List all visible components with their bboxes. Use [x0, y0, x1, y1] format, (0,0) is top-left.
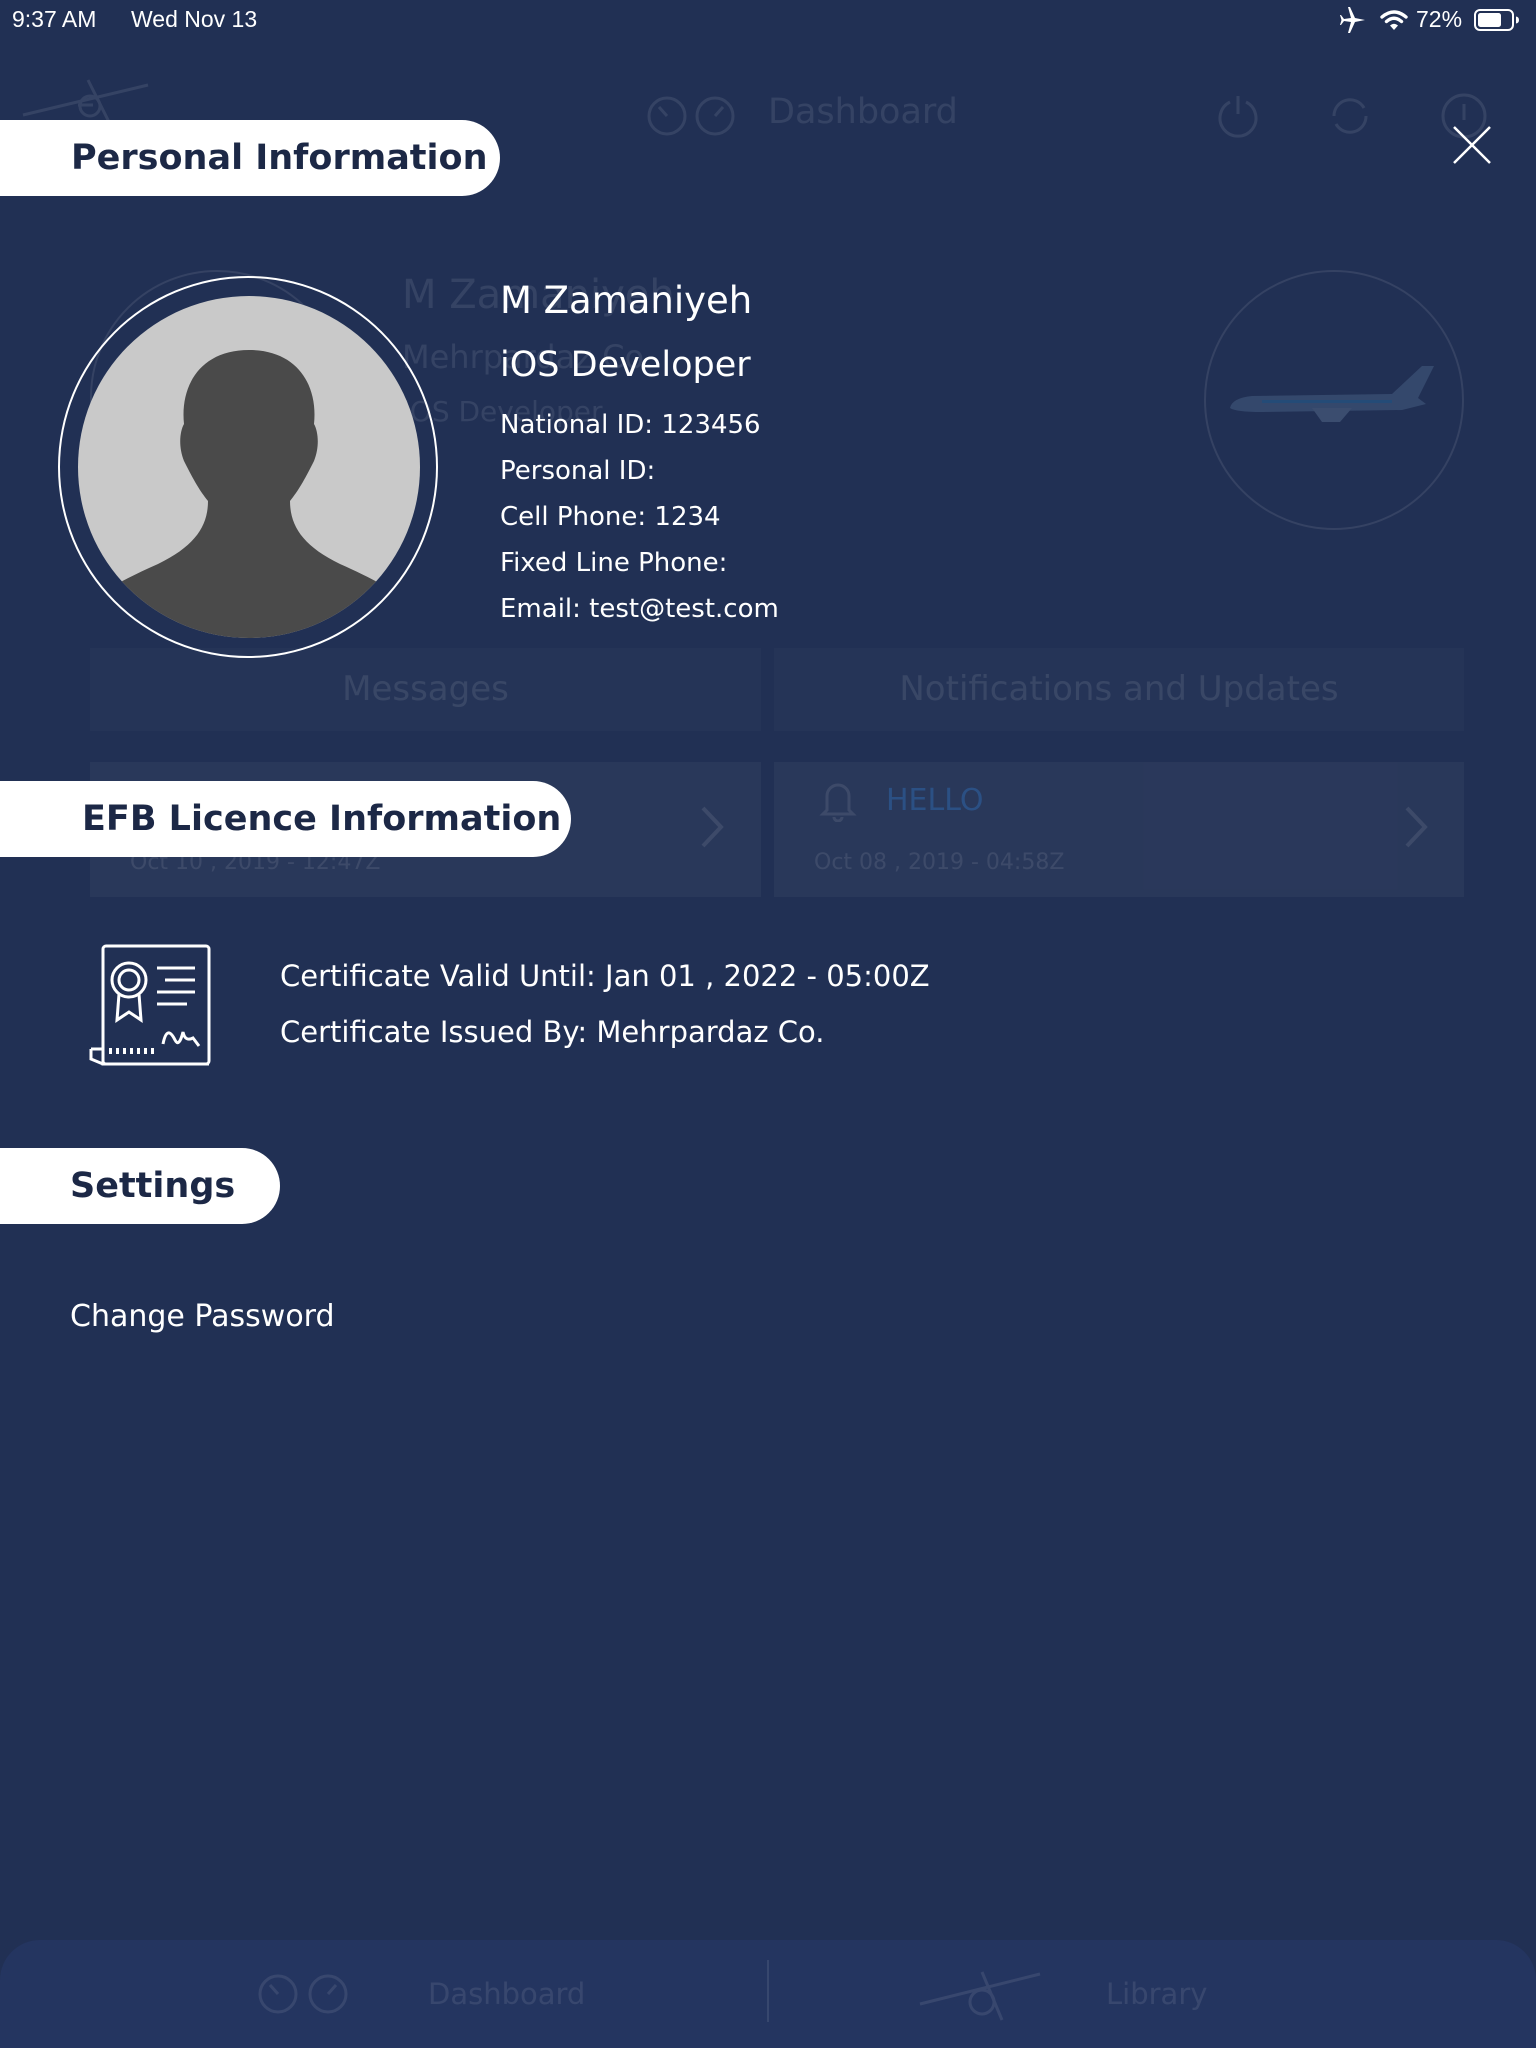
power-icon: [1214, 92, 1262, 144]
section-header-personal: Personal Information: [0, 120, 500, 196]
bell-icon: [815, 778, 861, 826]
status-date: Wed Nov 13: [131, 6, 258, 32]
close-icon[interactable]: [1451, 124, 1493, 166]
section-title: EFB Licence Information: [82, 799, 562, 839]
cell-phone: Cell Phone: 1234: [500, 502, 721, 532]
refresh-icon: [1326, 92, 1374, 144]
section-title: Personal Information: [71, 138, 488, 178]
avatar: [58, 276, 438, 658]
tabbar-dashboard-icon: [258, 1972, 350, 2020]
battery-icon: [1474, 9, 1520, 31]
fixed-line-phone: Fixed Line Phone:: [500, 548, 728, 578]
messages-tab-label: Messages: [342, 669, 509, 709]
header-title: Dashboard: [768, 92, 958, 132]
certificate-valid-until: Certificate Valid Until: Jan 01 , 2022 -…: [280, 959, 930, 993]
tab-dashboard: Dashboard: [428, 1977, 586, 2011]
tabbar-library-icon: [916, 1960, 1046, 2026]
personal-id: Personal ID:: [500, 456, 656, 486]
aircraft-icon: [1222, 360, 1446, 444]
chevron-right-icon: [700, 805, 724, 853]
certificate-icon: [89, 944, 213, 1072]
airplane-mode-icon: [1338, 6, 1368, 34]
notification-card-date: Oct 08 , 2019 - 04:58Z: [814, 850, 1065, 875]
national-id: National ID: 123456: [500, 410, 761, 440]
wifi-icon: [1380, 8, 1408, 32]
profile-role: iOS Developer: [500, 345, 751, 385]
status-time: 9:37 AM: [12, 6, 97, 32]
tab-library: Library: [1106, 1977, 1208, 2011]
dashboard-gauges-icon: [647, 95, 737, 141]
section-header-settings: Settings: [0, 1148, 280, 1224]
chevron-right-icon: [1404, 805, 1428, 853]
section-header-licence: EFB Licence Information: [0, 781, 571, 857]
section-title: Settings: [70, 1166, 236, 1206]
notifications-tab-label: Notifications and Updates: [899, 669, 1339, 709]
notification-card: [774, 762, 1464, 897]
profile-name: M Zamaniyeh: [500, 279, 753, 322]
email: Email: test@test.com: [500, 594, 779, 624]
avatar-placeholder-icon: [78, 296, 420, 638]
tabbar-divider: [767, 1960, 769, 2022]
battery-percent: 72%: [1416, 6, 1463, 32]
change-password-button[interactable]: Change Password: [70, 1299, 335, 1334]
notification-card-title: HELLO: [886, 783, 984, 818]
certificate-issued-by: Certificate Issued By: Mehrpardaz Co.: [280, 1015, 825, 1049]
